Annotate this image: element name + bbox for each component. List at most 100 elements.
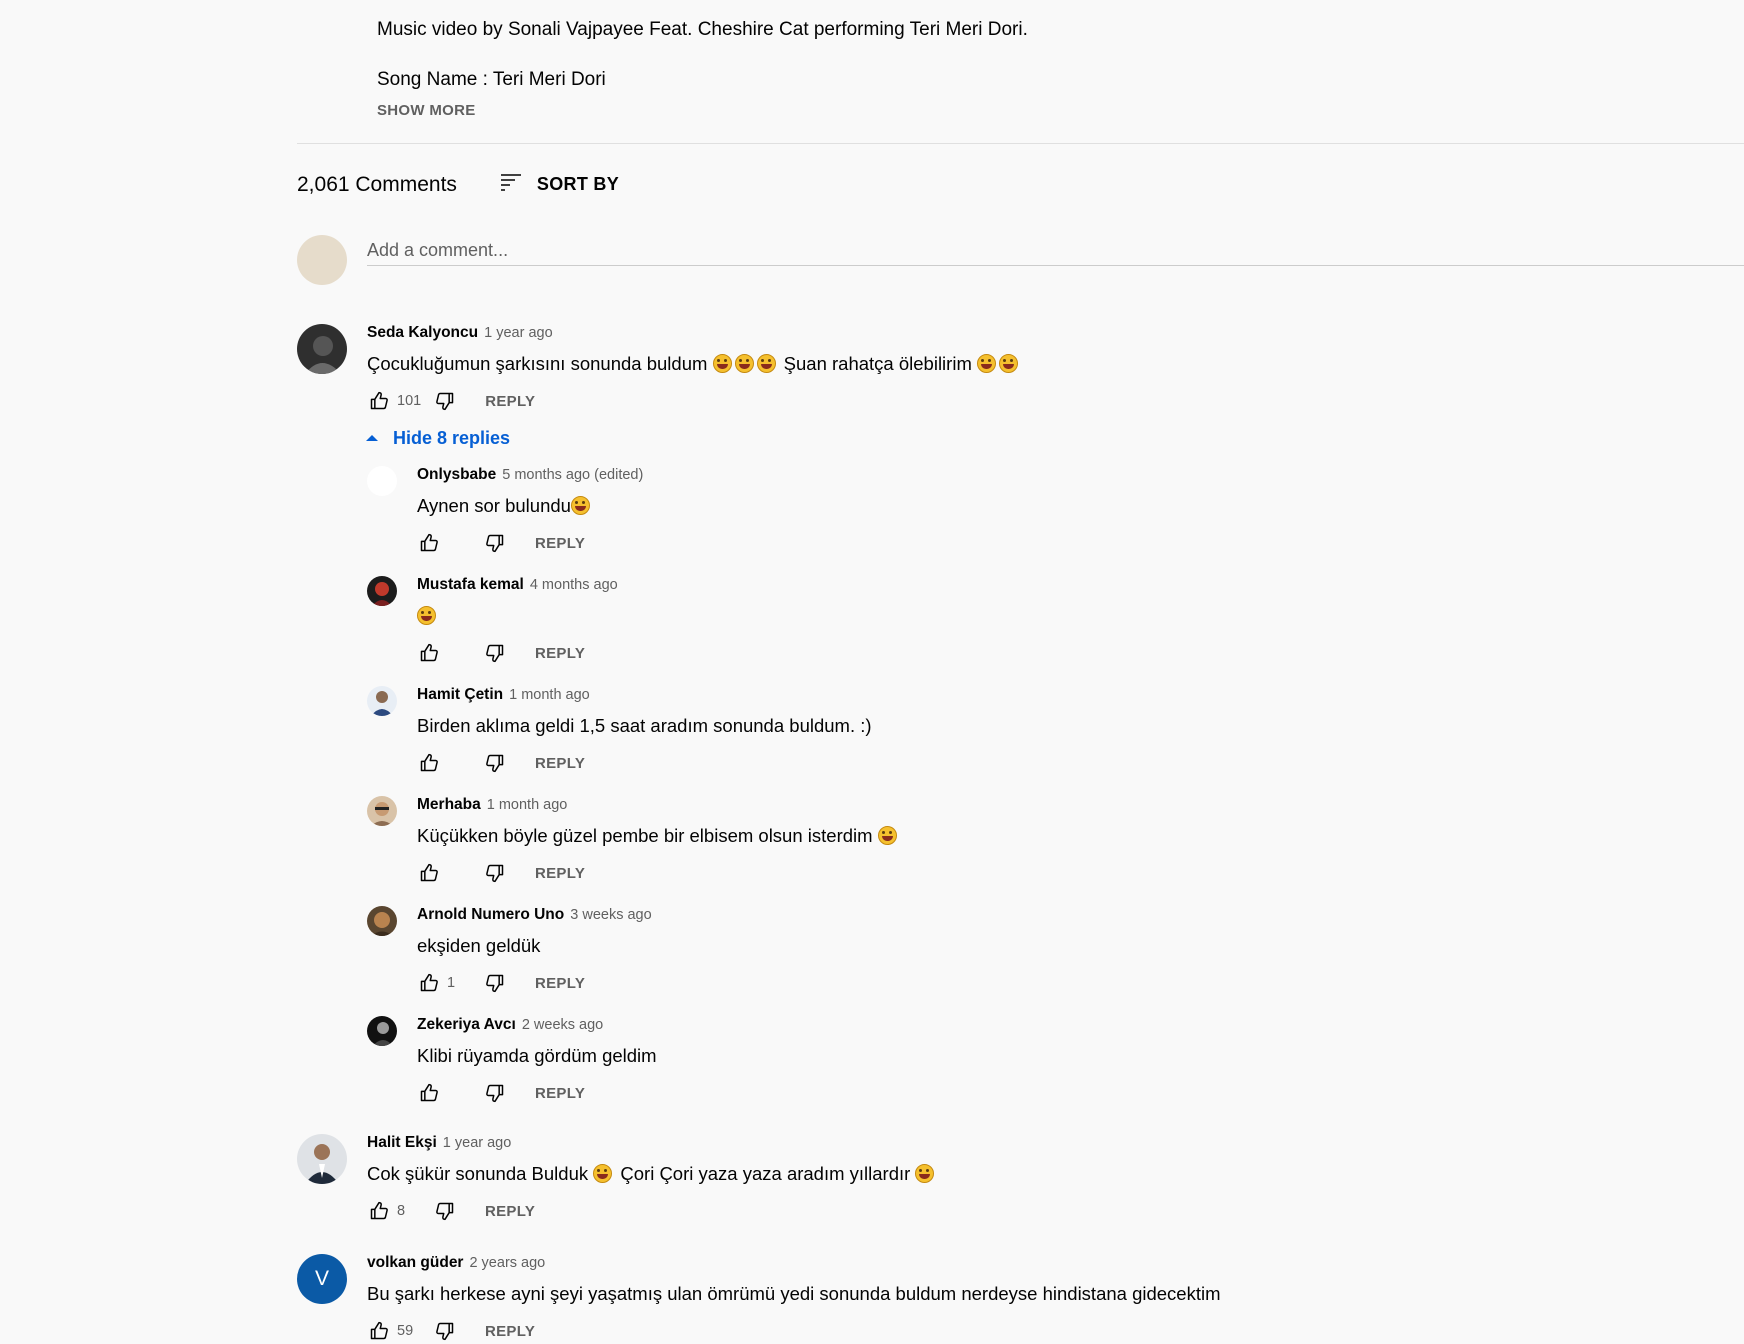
reply-text: ekşiden geldük <box>417 935 541 956</box>
comment-text: Cok şükür sonunda Bulduk Çori Çori yaza … <box>367 1161 937 1187</box>
hide-replies-label: Hide 8 replies <box>393 428 511 448</box>
rofl-emoji-icon <box>570 496 590 515</box>
laughing-emoji-icon <box>734 354 754 373</box>
comments-header: 2,061 Comments SORT BY <box>297 170 619 199</box>
comment-author[interactable]: Seda Kalyoncu <box>367 324 478 342</box>
avatar <box>367 576 397 606</box>
like-icon[interactable] <box>417 971 441 995</box>
dislike-icon[interactable] <box>483 1081 507 1105</box>
comment-count: 2,061 Comments <box>297 172 457 196</box>
dislike-icon[interactable] <box>433 389 457 413</box>
like-icon[interactable] <box>417 861 441 885</box>
laughing-emoji-icon <box>712 354 732 373</box>
add-comment-row <box>297 235 1744 285</box>
avatar <box>297 324 347 374</box>
sort-by-button[interactable]: SORT BY <box>499 170 619 199</box>
comment-time[interactable]: 1 year ago <box>443 1135 512 1151</box>
show-more-button[interactable]: SHOW MORE <box>377 102 1677 119</box>
smiling-emoji-icon <box>915 1164 935 1183</box>
reply-time[interactable]: 4 months ago <box>530 577 618 593</box>
avatar <box>297 235 347 285</box>
reply-button[interactable]: REPLY <box>535 645 585 662</box>
comment-text-part: Çori Çori yaza yaza aradım yıllardır <box>620 1163 911 1184</box>
avatar <box>367 796 397 826</box>
dislike-icon[interactable] <box>433 1319 457 1343</box>
reply-button[interactable]: REPLY <box>485 1203 535 1220</box>
comment-text-part: Çocukluğumun şarkısını sonunda buldum <box>367 353 708 374</box>
reply-time[interactable]: 5 months ago (edited) <box>502 467 643 483</box>
hide-replies-button[interactable]: Hide 8 replies <box>365 428 510 449</box>
like-count: 59 <box>397 1323 414 1339</box>
comment-author[interactable]: volkan güder <box>367 1254 463 1272</box>
laughing-emoji-icon <box>977 354 996 373</box>
like-icon[interactable] <box>367 1319 391 1343</box>
reply-author[interactable]: Hamit Çetin <box>417 686 503 704</box>
divider <box>297 143 1744 144</box>
reply-button[interactable]: REPLY <box>535 865 585 882</box>
avatar: V <box>297 1254 347 1304</box>
smiling-emoji-icon <box>593 1164 613 1183</box>
like-icon[interactable] <box>417 1081 441 1105</box>
reply-author[interactable]: Onlysbabe <box>417 466 496 484</box>
like-icon[interactable] <box>417 531 441 555</box>
comment-text-part: Şuan rahatça ölebilirim <box>783 353 972 374</box>
like-count: 1 <box>447 975 456 991</box>
avatar <box>297 1134 347 1184</box>
like-icon[interactable] <box>367 1199 391 1223</box>
dislike-icon[interactable] <box>483 751 507 775</box>
comment-text-part: Cok şükür sonunda Bulduk <box>367 1163 589 1184</box>
reply-button[interactable]: REPLY <box>535 535 585 552</box>
reply-author[interactable]: Arnold Numero Uno <box>417 906 564 924</box>
avatar <box>367 686 397 716</box>
like-icon[interactable] <box>417 641 441 665</box>
comment-time[interactable]: 2 years ago <box>469 1255 545 1271</box>
reply-time[interactable]: 1 month ago <box>487 797 568 813</box>
like-icon[interactable] <box>367 389 391 413</box>
like-icon[interactable] <box>417 751 441 775</box>
sort-icon <box>499 170 523 199</box>
comment-time[interactable]: 1 year ago <box>484 325 553 341</box>
reply-text: Birden aklıma geldi 1,5 saat aradım sonu… <box>417 715 872 736</box>
reply-author[interactable]: Zekeriya Avcı <box>417 1016 516 1034</box>
reply-time[interactable]: 1 month ago <box>509 687 590 703</box>
reply-button[interactable]: REPLY <box>535 975 585 992</box>
laughing-emoji-icon <box>756 354 776 373</box>
comment-text: Bu şarkı herkese ayni şeyi yaşatmış ulan… <box>367 1283 1221 1304</box>
reply-time[interactable]: 3 weeks ago <box>570 907 651 923</box>
reply-text-part: Küçükken böyle güzel pembe bir elbisem o… <box>417 825 873 846</box>
laughing-emoji-icon <box>999 354 1018 373</box>
comment-author[interactable]: Halit Ekşi <box>367 1134 437 1152</box>
avatar-letter: V <box>314 1267 329 1290</box>
grinning-emoji-icon <box>417 606 436 625</box>
reply-text: Küçükken böyle güzel pembe bir elbisem o… <box>417 823 900 849</box>
like-count: 101 <box>397 393 422 409</box>
reply-text: Aynen sor bulundu <box>417 493 643 519</box>
reply-text-part: Aynen sor bulundu <box>417 495 571 516</box>
comment-text: Çocukluğumun şarkısını sonunda buldum Şu… <box>367 351 1021 377</box>
description-line: Song Name : Teri Meri Dori <box>377 69 606 90</box>
avatar <box>367 1016 397 1046</box>
reply-text <box>417 603 618 629</box>
like-count: 8 <box>397 1203 406 1219</box>
grinning-emoji-icon <box>877 826 897 845</box>
dislike-icon[interactable] <box>483 861 507 885</box>
reply-button[interactable]: REPLY <box>485 1323 535 1340</box>
reply-text: Klibi rüyamda gördüm geldim <box>417 1045 657 1066</box>
reply-time[interactable]: 2 weeks ago <box>522 1017 603 1033</box>
avatar <box>367 466 397 496</box>
reply-author[interactable]: Mustafa kemal <box>417 576 524 594</box>
reply-button[interactable]: REPLY <box>535 1085 585 1102</box>
add-comment-input[interactable] <box>367 235 1744 266</box>
dislike-icon[interactable] <box>483 971 507 995</box>
dislike-icon[interactable] <box>483 531 507 555</box>
avatar <box>367 906 397 936</box>
dislike-icon[interactable] <box>433 1199 457 1223</box>
reply-button[interactable]: REPLY <box>535 755 585 772</box>
dislike-icon[interactable] <box>483 641 507 665</box>
reply-button[interactable]: REPLY <box>485 393 535 410</box>
reply-author[interactable]: Merhaba <box>417 796 481 814</box>
description-line: Music video by Sonali Vajpayee Feat. Che… <box>377 19 1028 40</box>
sort-by-label: SORT BY <box>536 174 620 194</box>
video-description: Music video by Sonali Vajpayee Feat. Che… <box>377 18 1677 119</box>
caret-up-icon <box>365 430 379 448</box>
